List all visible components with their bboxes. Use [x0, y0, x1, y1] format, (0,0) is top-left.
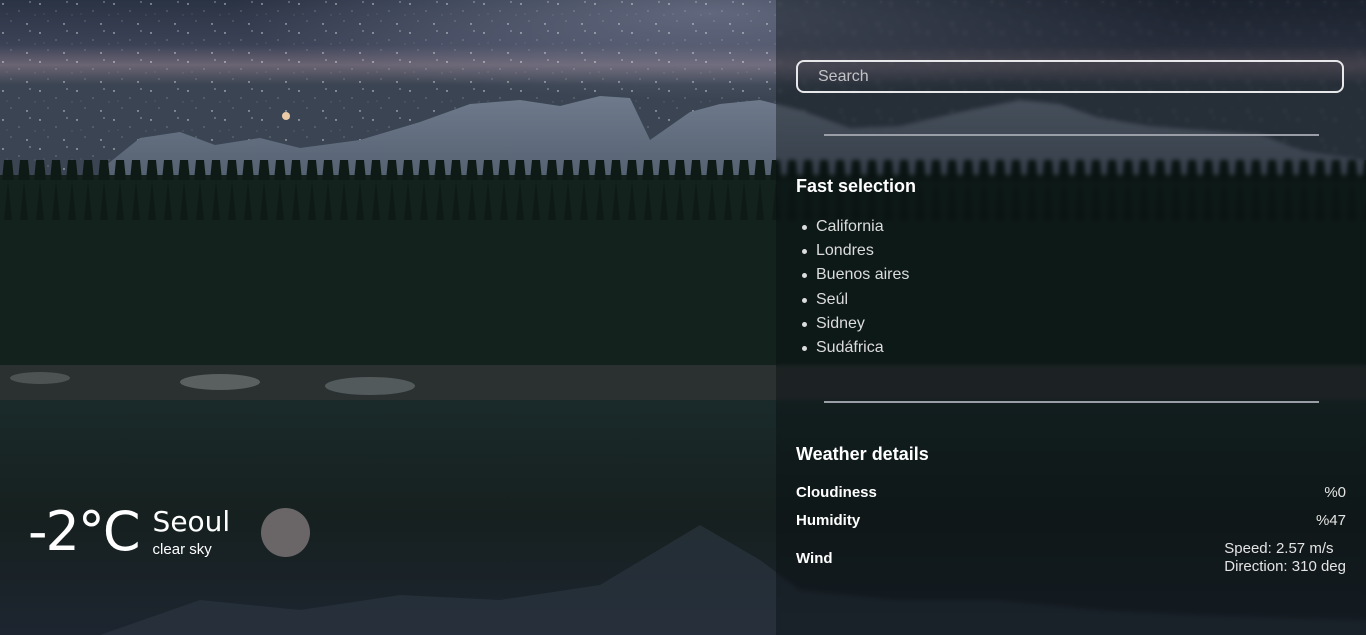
cloudiness-row: Cloudiness %0 [796, 484, 1346, 501]
wind-values: Speed: 2.57 m/s Direction: 310 deg [1224, 540, 1346, 576]
cloudiness-label: Cloudiness [796, 484, 877, 501]
wind-direction: Direction: 310 deg [1224, 558, 1346, 575]
city-option-sidney[interactable]: Sidney [796, 312, 909, 336]
humidity-label: Humidity [796, 512, 861, 529]
city-option-california[interactable]: California [796, 215, 909, 239]
wind-speed: Speed: 2.57 m/s [1224, 540, 1334, 557]
city-option-sudafrica[interactable]: Sudáfrica [796, 336, 909, 360]
divider [824, 401, 1319, 403]
wind-label: Wind [796, 549, 833, 567]
search-input[interactable] [796, 60, 1344, 93]
cloudiness-value: %0 [1324, 484, 1346, 501]
city-name: Seoul [152, 505, 231, 538]
humidity-value: %47 [1315, 512, 1346, 529]
fast-selection-title: Fast selection [796, 176, 917, 196]
side-panel: Fast selection California Londres Buenos… [776, 0, 1366, 635]
weather-icon [261, 508, 310, 557]
weather-details-title: Weather details [796, 444, 929, 464]
city-option-buenos-aires[interactable]: Buenos aires [796, 263, 909, 287]
temperature: -2°C [28, 500, 141, 563]
divider [824, 134, 1319, 136]
humidity-row: Humidity %47 [796, 512, 1346, 529]
location-block: Seoul clear sky [153, 505, 231, 559]
current-weather: -2°C Seoul clear sky [28, 500, 230, 564]
fast-selection-list: California Londres Buenos aires Seúl Sid… [796, 215, 909, 360]
city-option-seul[interactable]: Seúl [796, 288, 909, 312]
city-option-londres[interactable]: Londres [796, 239, 909, 263]
weather-description: clear sky [152, 541, 212, 558]
wind-row: Wind Speed: 2.57 m/s Direction: 310 deg [796, 540, 1346, 576]
weather-app: -2°C Seoul clear sky Fast selection Cali… [0, 0, 1366, 635]
